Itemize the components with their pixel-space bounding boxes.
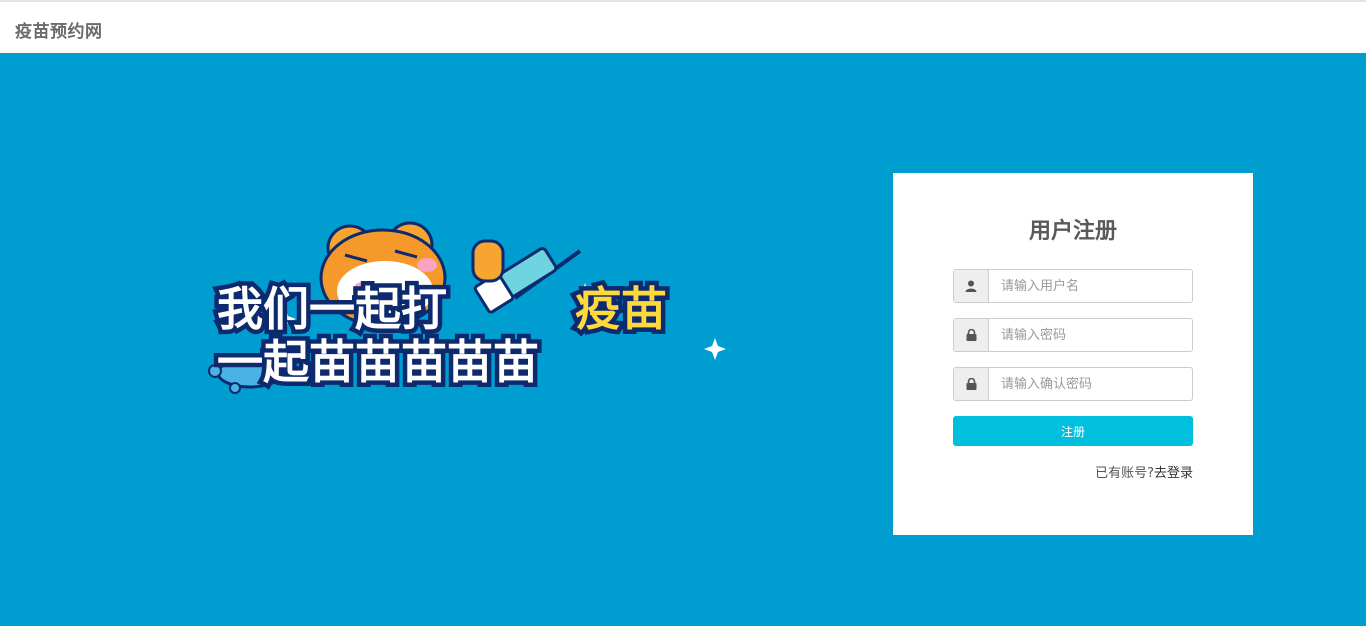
register-title: 用户注册 xyxy=(1028,219,1117,244)
confirm-password-field[interactable] xyxy=(953,367,1193,401)
confirm-password-input[interactable] xyxy=(989,368,1192,400)
banner-line1-white: 我们一起打 xyxy=(217,282,447,336)
site-title[interactable]: 疫苗预约网 xyxy=(15,17,103,42)
register-button[interactable]: 注册 xyxy=(953,416,1193,446)
user-icon xyxy=(954,270,989,302)
username-input[interactable] xyxy=(989,270,1192,302)
banner-line2: 一起苗苗苗苗苗 xyxy=(217,335,539,389)
banner-slogan: 我们一起打 疫苗 一起苗苗苗苗苗 xyxy=(213,278,672,394)
username-field[interactable] xyxy=(953,269,1193,303)
go-login-link[interactable]: 去登录 xyxy=(1154,466,1193,481)
banner-line1-yellow: 疫苗 xyxy=(575,282,667,336)
top-navbar: 疫苗预约网 xyxy=(0,0,1366,53)
login-prompt-text: 已有账号? xyxy=(1095,466,1154,481)
login-prompt-line: 已有账号?去登录 xyxy=(1095,462,1193,481)
vaccine-banner-illustration: 我们一起打 疫苗 一起苗苗苗苗苗 xyxy=(208,221,726,394)
password-field[interactable] xyxy=(953,318,1193,352)
lock-icon xyxy=(954,368,989,400)
password-input[interactable] xyxy=(989,319,1192,351)
register-card: 用户注册 注册 已有账号?去登录 xyxy=(893,173,1253,535)
lock-icon xyxy=(954,319,989,351)
